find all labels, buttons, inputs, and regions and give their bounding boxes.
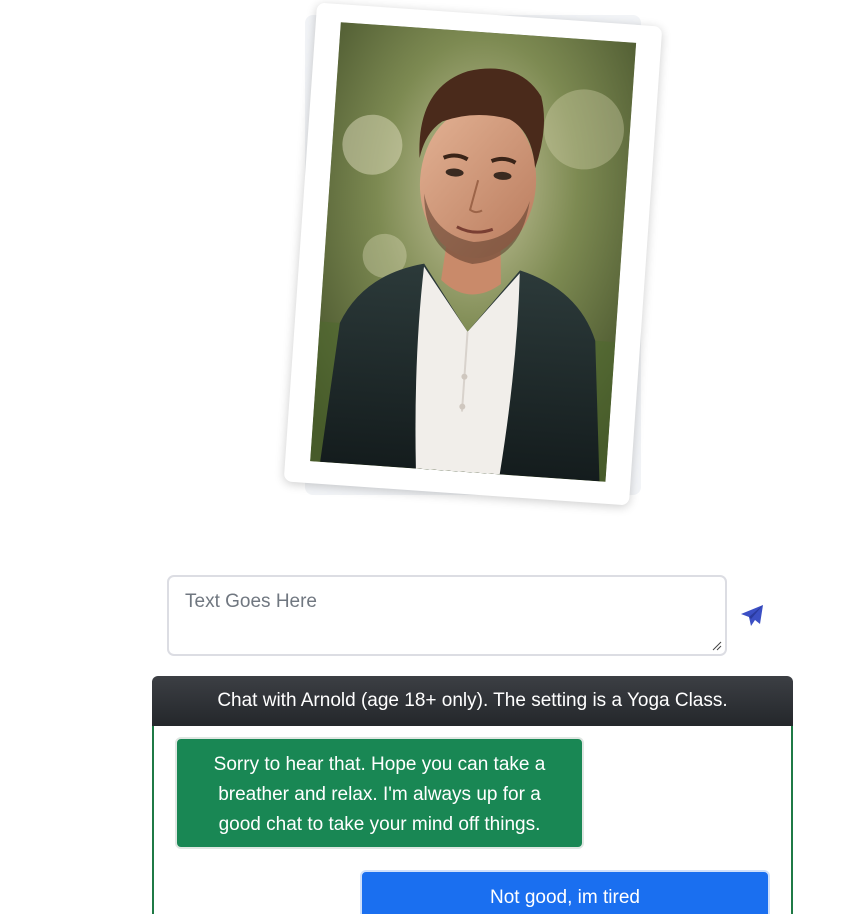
user-message-bubble: Not good, im tired [360,870,770,914]
profile-photo-card [283,2,663,506]
paper-plane-icon [741,605,763,626]
profile-photo [310,22,637,482]
page: Chat with Arnold (age 18+ only). The set… [0,0,866,914]
send-button[interactable] [739,603,765,629]
chat-header: Chat with Arnold (age 18+ only). The set… [152,676,793,726]
profile-photo-image [310,22,637,482]
resize-handle-icon[interactable] [712,641,722,651]
message-input-wrapper [167,575,727,656]
message-input[interactable] [169,577,725,654]
ai-message-bubble: Sorry to hear that. Hope you can take a … [175,737,584,849]
